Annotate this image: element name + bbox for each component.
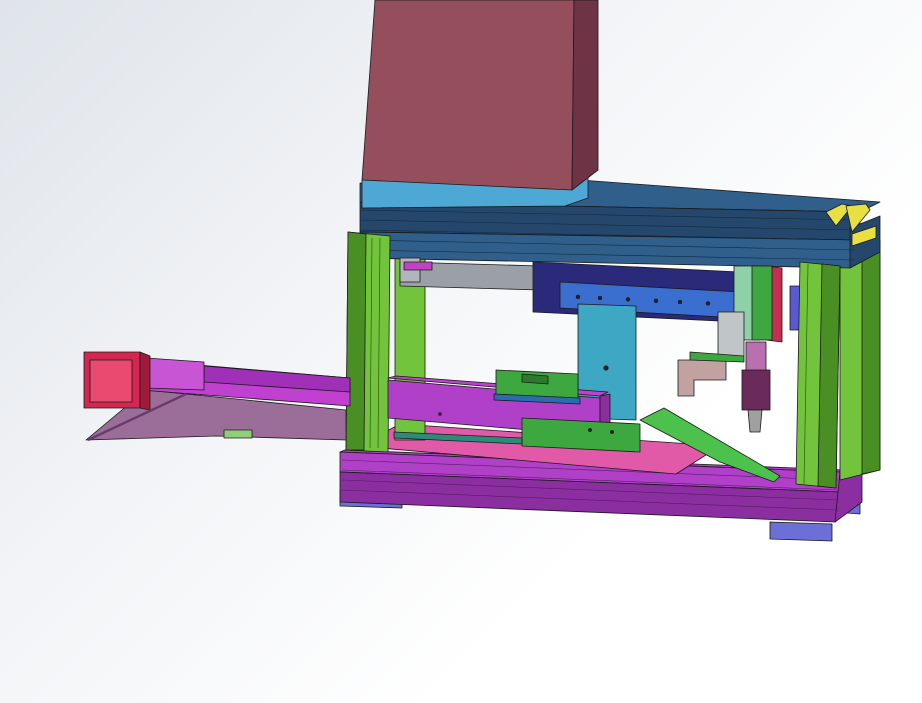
foot-right-front[interactable] [769, 521, 833, 542]
slide-bolt [625, 297, 631, 302]
arm-tab[interactable] [223, 429, 253, 439]
tower-side[interactable] [571, 0, 599, 191]
tower-front[interactable] [361, 0, 575, 191]
bed-bolt [438, 412, 442, 416]
slide-bolt [575, 294, 581, 300]
post-front-right-face[interactable] [817, 263, 841, 489]
slide-green-block[interactable] [751, 265, 773, 341]
cylinder-fitting[interactable] [403, 261, 433, 271]
assembly-model[interactable] [0, 0, 922, 703]
motor-side[interactable] [139, 351, 151, 411]
slide-bolt [597, 295, 603, 301]
gripper-body[interactable] [741, 369, 771, 411]
post-front-left-face[interactable] [345, 231, 367, 451]
column-bolt [603, 365, 609, 371]
clamp-notch[interactable] [521, 373, 549, 385]
arm-bracket[interactable] [145, 357, 205, 391]
cad-viewport[interactable] [0, 0, 922, 703]
slide-bolt [705, 301, 711, 306]
post-rear-right-edge[interactable] [861, 239, 881, 475]
slide-bolt [677, 299, 683, 305]
gripper-shaft[interactable] [745, 341, 767, 373]
gripper-bracket[interactable] [717, 311, 745, 357]
long-green-bar[interactable] [521, 417, 641, 453]
bar-bolt [588, 428, 593, 433]
bar-bolt [610, 430, 615, 435]
gripper-plate-tan[interactable] [677, 359, 727, 397]
slide-bolt [653, 298, 659, 303]
gripper-tip[interactable] [747, 409, 763, 433]
motor-inner[interactable] [89, 359, 133, 403]
